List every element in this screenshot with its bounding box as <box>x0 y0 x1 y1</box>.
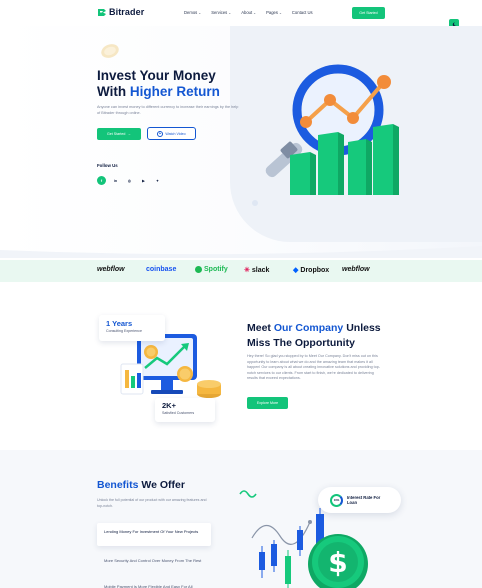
hero-get-started-button[interactable]: Get Started → <box>97 128 141 140</box>
partner-webflow-logo: webflow <box>342 266 370 273</box>
hero-description: Anyone can invest money to different cur… <box>97 105 239 115</box>
benefits-title-accent: Benefits <box>97 479 139 491</box>
social-links: f in ◎ ▶ ✦ <box>97 176 162 185</box>
button-label: Watch Video <box>165 131 186 136</box>
benefit-item-active[interactable]: Lending Money For Investment Of Your New… <box>97 523 211 546</box>
customers-card: 2K+ Satisfied Customers <box>155 398 215 422</box>
slack-icon: ✳ <box>244 267 250 274</box>
nav-label: Pages <box>266 10 278 15</box>
logo[interactable]: Bitrader <box>97 7 144 17</box>
hero-title: Invest Your Money With Higher Return <box>97 68 257 100</box>
hero-title-prefix: With <box>97 84 130 99</box>
watch-video-button[interactable]: ▶ Watch Video <box>147 127 196 140</box>
partners-strip: webflow coinbase Spotify ✳ slack ◆ Dropbox… <box>0 260 482 282</box>
meet-description: Hey there! So glad you stopped by to Mee… <box>247 354 381 380</box>
meet-title: Meet Our Company Unless Miss The Opportu… <box>247 321 397 351</box>
benefit-item[interactable]: Mobile Payment Is More Flexible And Easy… <box>104 584 214 588</box>
experience-value: 1 Years <box>106 319 133 328</box>
nav-label: About <box>241 10 253 15</box>
button-label: Get Started <box>107 132 126 136</box>
benefits-description: Unlock the full potential of our product… <box>97 498 207 508</box>
youtube-icon[interactable]: ▶ <box>139 176 148 185</box>
svg-text:$: $ <box>328 546 347 579</box>
logo-text: Bitrader <box>109 7 145 17</box>
facebook-icon[interactable]: f <box>97 176 106 185</box>
customers-label: Satisfied Customers <box>162 411 195 415</box>
nav-item-demos[interactable]: Demos ⌄ <box>184 10 201 15</box>
partner-name: Spotify <box>204 266 228 273</box>
arrow-right-icon: → <box>127 132 131 136</box>
logo-icon <box>97 8 107 17</box>
partner-name: Dropbox <box>300 266 330 274</box>
site-header: Bitrader Demos ⌄ Services ⌄ About ⌄ Pages ⌄ … <box>0 0 482 26</box>
partner-webflow-logo: webflow <box>97 266 125 273</box>
meet-title-accent: Our Company <box>273 322 344 334</box>
header-get-started-button[interactable]: Get Started <box>352 7 385 19</box>
coin-decoration-icon <box>101 44 119 58</box>
rate-label: Interest Rate For Loan <box>347 494 381 506</box>
customers-value: 2K+ <box>162 401 176 410</box>
nav-label: Demos <box>184 10 198 15</box>
interest-rate-card: 10% Interest Rate For Loan <box>318 487 401 513</box>
chevron-down-icon: ⌄ <box>198 10 202 15</box>
partner-coinbase-logo: coinbase <box>146 266 177 273</box>
nav-item-contact[interactable]: Contact Us <box>292 10 313 15</box>
hero-title-line1: Invest Your Money <box>97 68 216 83</box>
explore-more-button[interactable]: Explore More <box>247 397 288 409</box>
nav-label: Services <box>211 10 228 15</box>
dropbox-icon: ◆ <box>293 267 299 274</box>
hero-title-accent: Higher Return <box>129 84 220 99</box>
twitter-icon[interactable]: ✦ <box>153 176 162 185</box>
benefit-item[interactable]: More Security And Control Over Money Fro… <box>104 558 214 563</box>
instagram-icon[interactable]: ◎ <box>125 176 134 185</box>
spotify-icon <box>195 266 202 273</box>
chevron-down-icon: ⌄ <box>228 10 232 15</box>
nav-item-about[interactable]: About ⌄ <box>241 10 256 15</box>
partner-dropbox-logo: ◆ Dropbox <box>293 266 330 275</box>
partner-name: slack <box>251 266 270 274</box>
chevron-down-icon: ⌄ <box>278 10 282 15</box>
nav-item-pages[interactable]: Pages ⌄ <box>266 10 282 15</box>
partner-spotify-logo: Spotify <box>195 266 228 273</box>
experience-label: Consulting Experience <box>106 329 142 333</box>
benefits-title: Benefits We Offer <box>97 479 185 491</box>
meet-title-prefix: Meet <box>247 322 274 334</box>
main-nav: Demos ⌄ Services ⌄ About ⌄ Pages ⌄ Contact U… <box>184 10 313 15</box>
hero-growth-illustration <box>265 64 399 195</box>
hero-title-line2: With Higher Return <box>97 84 257 100</box>
play-icon: ▶ <box>157 130 164 137</box>
follow-label: Follow Us <box>97 163 118 168</box>
linkedin-icon[interactable]: in <box>111 176 120 185</box>
nav-item-services[interactable]: Services ⌄ <box>211 10 231 15</box>
chevron-down-icon: ⌄ <box>253 10 257 15</box>
nav-label: Contact Us <box>291 10 313 15</box>
rate-progress-ring: 10% <box>330 493 343 507</box>
experience-card: 1 Years Consulting Experience <box>99 315 165 341</box>
decorative-dot <box>252 200 258 206</box>
hero-wave <box>0 246 482 258</box>
partner-slack-logo: ✳ slack <box>244 266 270 275</box>
benefits-title-suffix: We Offer <box>138 479 185 491</box>
